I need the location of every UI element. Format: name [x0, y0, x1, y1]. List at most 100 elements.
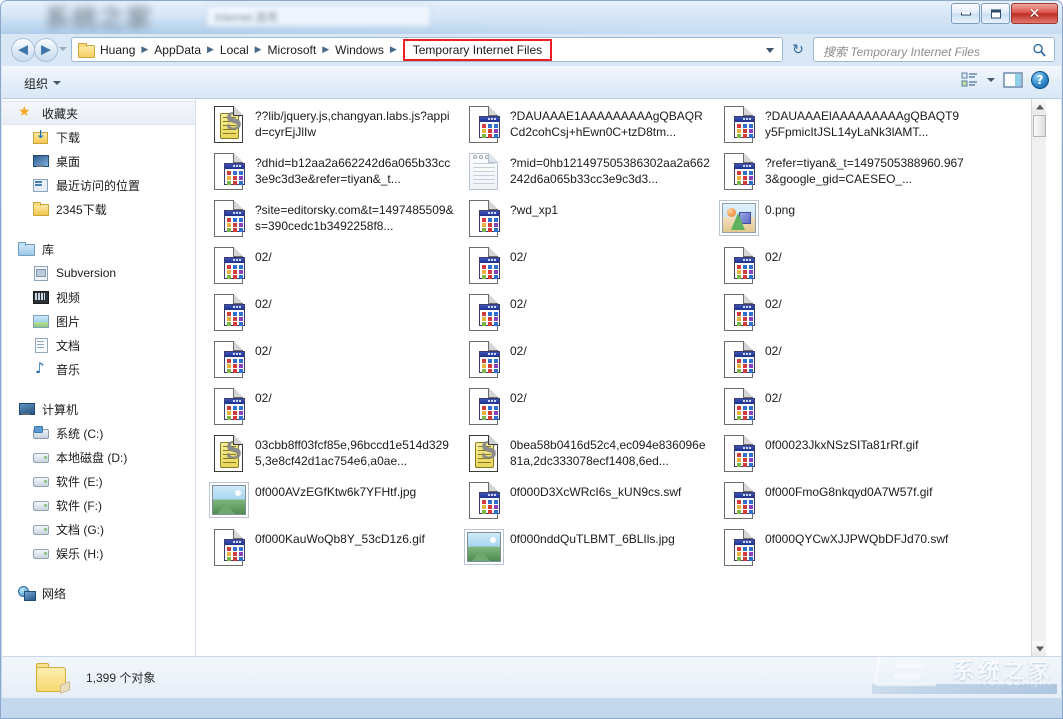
- ie-file-icon: [724, 247, 753, 284]
- sidebar-item-computer[interactable]: 计算机: [2, 397, 195, 421]
- drive-icon: [32, 473, 50, 489]
- help-button[interactable]: ?: [1031, 71, 1049, 89]
- back-arrow-icon: ◀: [18, 44, 28, 57]
- sidebar-item-documents[interactable]: 文档: [2, 333, 195, 357]
- file-item[interactable]: 02/: [715, 336, 970, 383]
- file-item[interactable]: 02/: [715, 383, 970, 430]
- back-button[interactable]: ◀: [11, 38, 35, 62]
- watermark-logo-icon: [874, 652, 941, 686]
- sidebar-item-network[interactable]: 网络: [2, 581, 195, 605]
- file-item[interactable]: 02/: [460, 336, 715, 383]
- sidebar-item-favorites[interactable]: ★ 收藏夹: [2, 101, 195, 125]
- sidebar-item-libraries[interactable]: 库: [2, 237, 195, 261]
- sidebar-item-drive-c[interactable]: 系统 (C:): [2, 421, 195, 445]
- change-view-icon[interactable]: [961, 71, 979, 89]
- file-item[interactable]: 02/: [715, 242, 970, 289]
- sidebar-item-subversion[interactable]: Subversion: [2, 261, 195, 285]
- star-icon: ★: [18, 105, 36, 121]
- sidebar-item-drive-f[interactable]: 软件 (F:): [2, 493, 195, 517]
- file-item[interactable]: S03cbb8ff03fcf85e,96bccd1e514d3295,3e8cf…: [205, 430, 460, 477]
- file-item[interactable]: 02/: [205, 336, 460, 383]
- command-bar: 组织 ?: [2, 66, 1061, 99]
- sidebar-item-drive-h[interactable]: 娱乐 (H:): [2, 541, 195, 565]
- maximize-icon: [991, 9, 1001, 18]
- address-bar[interactable]: Huang ▶ AppData ▶ Local ▶ Microsoft ▶ Wi…: [71, 37, 783, 62]
- file-item[interactable]: ?refer=tiyan&_t=1497505388960.9673&googl…: [715, 148, 970, 195]
- sidebar-item-drive-d[interactable]: 本地磁盘 (D:): [2, 445, 195, 469]
- file-item[interactable]: ?mid=0hb121497505386302aa2a662242d6a065b…: [460, 148, 715, 195]
- music-icon: [32, 361, 50, 377]
- sidebar-item-2345-downloads[interactable]: 2345下载: [2, 197, 195, 221]
- sidebar-label: 音乐: [56, 361, 80, 378]
- breadcrumb-current-folder[interactable]: Temporary Internet Files: [403, 39, 552, 61]
- ie-file-icon: [214, 341, 243, 378]
- file-item[interactable]: 02/: [460, 289, 715, 336]
- ie-file-icon: [214, 200, 243, 237]
- recent-locations-chevron-down-icon[interactable]: [59, 47, 67, 51]
- file-item[interactable]: 0f00023JkxNSzSITa81rRf.gif: [715, 430, 970, 477]
- navigation-pane[interactable]: ★ 收藏夹 下载 桌面 最近访问的位置 2345下载: [2, 99, 196, 656]
- forward-button[interactable]: ▶: [34, 38, 58, 62]
- file-name: 02/: [765, 338, 782, 359]
- scrollbar-thumb[interactable]: [1033, 115, 1046, 137]
- file-name: 0f000QYCwXJJPWQbDFJd70.swf: [765, 526, 948, 547]
- refresh-button[interactable]: ↻: [787, 38, 809, 61]
- ie-file-icon: [469, 482, 498, 519]
- address-row: ◀ ▶ Huang ▶ AppData ▶ Local ▶ Microsoft …: [1, 34, 1062, 66]
- file-item[interactable]: 02/: [715, 289, 970, 336]
- file-item[interactable]: 02/: [460, 383, 715, 430]
- file-item[interactable]: 02/: [460, 242, 715, 289]
- preview-pane-icon[interactable]: [1003, 71, 1023, 89]
- file-item[interactable]: ?DAUAAAE1AAAAAAAAAgQBAQRCd2cohCsj+hEwn0C…: [460, 101, 715, 148]
- file-name: 02/: [510, 338, 527, 359]
- file-item[interactable]: S??lib/jquery.js,changyan.labs.js?appid=…: [205, 101, 460, 148]
- vertical-scrollbar[interactable]: [1031, 99, 1046, 656]
- file-item[interactable]: 0.png: [715, 195, 970, 242]
- breadcrumb-item-0[interactable]: Huang: [96, 41, 139, 59]
- ie-file-icon: [724, 482, 753, 519]
- sidebar-item-downloads[interactable]: 下载: [2, 125, 195, 149]
- sidebar-item-desktop[interactable]: 桌面: [2, 149, 195, 173]
- caret-up-icon: [1036, 104, 1044, 109]
- sidebar-item-music[interactable]: 音乐: [2, 357, 195, 381]
- search-input[interactable]: 搜索 Temporary Internet Files: [813, 37, 1055, 62]
- file-item[interactable]: ?wd_xp1: [460, 195, 715, 242]
- file-item[interactable]: 0f000AVzEGfKtw6k7YFHtf.jpg: [205, 477, 460, 524]
- sidebar-item-drive-g[interactable]: 文档 (G:): [2, 517, 195, 541]
- breadcrumb-item-1[interactable]: AppData: [150, 41, 205, 59]
- file-item[interactable]: 02/: [205, 383, 460, 430]
- file-item[interactable]: 0f000FmoG8nkqyd0A7W57f.gif: [715, 477, 970, 524]
- sidebar-item-pictures[interactable]: 图片: [2, 309, 195, 333]
- view-chevron-down-icon[interactable]: [987, 78, 995, 82]
- close-button[interactable]: ✕: [1011, 3, 1058, 24]
- file-item[interactable]: ?site=editorsky.com&t=1497485509&s=390ce…: [205, 195, 460, 242]
- file-item[interactable]: 0f000QYCwXJJPWQbDFJd70.swf: [715, 524, 970, 571]
- maximize-button[interactable]: [981, 3, 1010, 24]
- address-chevron-down-icon[interactable]: [766, 48, 774, 53]
- file-name: ?DAUAAAElAAAAAAAAAgQBAQT9y5FpmicItJSL14y…: [765, 103, 965, 140]
- file-item[interactable]: 02/: [205, 242, 460, 289]
- breadcrumb-item-3[interactable]: Microsoft: [264, 41, 321, 59]
- scroll-up-button[interactable]: [1032, 99, 1046, 114]
- status-folder-icon: [30, 661, 74, 697]
- sidebar-label: 下载: [56, 129, 80, 146]
- sidebar-item-videos[interactable]: 视频: [2, 285, 195, 309]
- organize-button[interactable]: 组织: [18, 73, 67, 93]
- sidebar-item-recent-places[interactable]: 最近访问的位置: [2, 173, 195, 197]
- sidebar-label: 视频: [56, 289, 80, 306]
- file-item[interactable]: S0bea58b0416d52c4,ec094e836096e81a,2dc33…: [460, 430, 715, 477]
- breadcrumb-item-4[interactable]: Windows: [331, 41, 388, 59]
- file-item[interactable]: ?DAUAAAElAAAAAAAAAgQBAQT9y5FpmicItJSL14y…: [715, 101, 970, 148]
- file-list-pane[interactable]: S??lib/jquery.js,changyan.labs.js?appid=…: [197, 99, 1046, 656]
- file-item[interactable]: 0f000nddQuTLBMT_6BLIls.jpg: [460, 524, 715, 571]
- minimize-button[interactable]: [951, 3, 980, 24]
- sidebar-item-drive-e[interactable]: 软件 (E:): [2, 469, 195, 493]
- ie-file-icon: [724, 529, 753, 566]
- breadcrumb-item-2[interactable]: Local: [216, 41, 253, 59]
- file-item[interactable]: 0f000D3XcWRcI6s_kUN9cs.swf: [460, 477, 715, 524]
- subversion-icon: [32, 265, 50, 281]
- file-item[interactable]: 0f000KauWoQb8Y_53cD1z6.gif: [205, 524, 460, 571]
- desktop-icon: [32, 153, 50, 169]
- file-item[interactable]: 02/: [205, 289, 460, 336]
- file-item[interactable]: ?dhid=b12aa2a662242d6a065b33cc3e9c3d3e&r…: [205, 148, 460, 195]
